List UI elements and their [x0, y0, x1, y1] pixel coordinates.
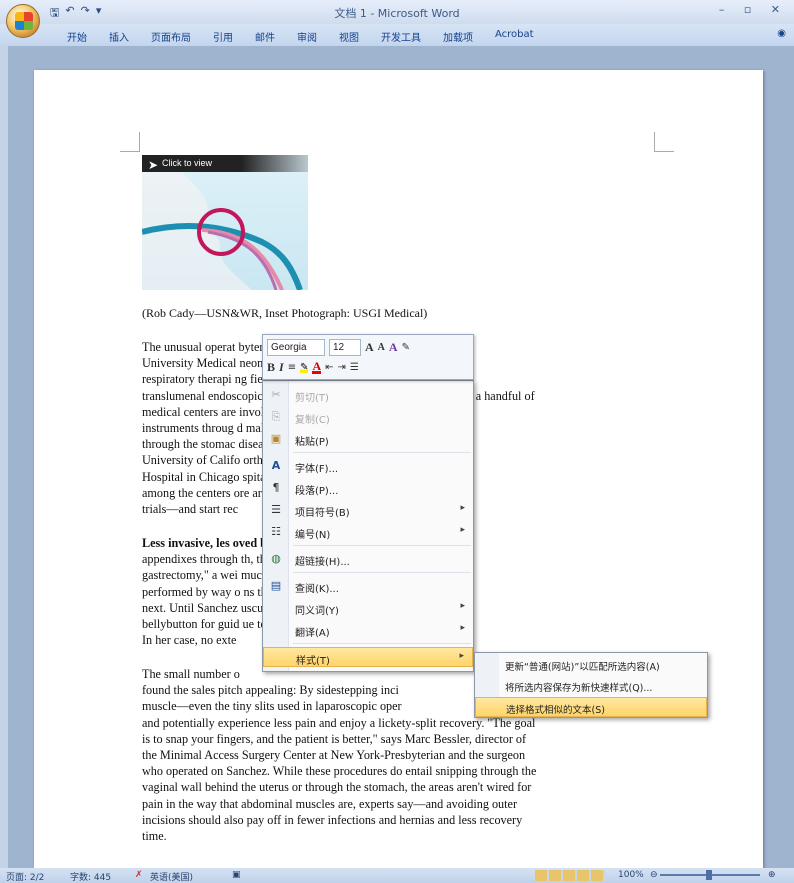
menu-item-synonyms[interactable]: 同义词(Y) ▸ — [263, 598, 473, 618]
tab-review[interactable]: 审阅 — [286, 24, 328, 46]
menu-item-cut[interactable]: ✂ 剪切(T) — [263, 385, 473, 405]
submenu-arrow-icon: ▸ — [460, 503, 465, 513]
window-controls[interactable]: – ▫ ✕ — [719, 3, 788, 16]
vertical-ruler — [0, 46, 8, 868]
inline-image[interactable]: Click to view ➤ — [142, 155, 308, 290]
text-line: pain in the way that abdominal muscles a… — [142, 796, 517, 811]
text-line: incisions should also pay off in fewer i… — [142, 812, 523, 827]
menu-item-font[interactable]: A 字体(F)... — [263, 456, 473, 476]
submenu-arrow-icon: ▸ — [460, 525, 465, 535]
submenu-item-save-quick-style[interactable]: 将所选内容保存为新快速样式(Q)... — [475, 676, 707, 696]
macro-record-icon[interactable]: ▣ — [232, 870, 241, 880]
office-button[interactable] — [6, 4, 40, 38]
submenu-item-select-similar[interactable]: 选择格式相似的文本(S) — [475, 697, 707, 717]
zoom-level[interactable]: 100% — [618, 870, 644, 880]
tab-developer[interactable]: 开发工具 — [370, 24, 432, 46]
page-indicator[interactable]: 页面: 2/2 — [6, 870, 44, 883]
margin-corner-mark — [654, 132, 674, 152]
numbering-icon: ☷ — [271, 525, 281, 538]
word-count[interactable]: 字数: 445 — [70, 870, 111, 883]
format-painter-icon[interactable]: ✎ — [402, 342, 410, 353]
tab-page-layout[interactable]: 页面布局 — [140, 24, 202, 46]
hyperlink-icon: ◍ — [271, 552, 281, 565]
tab-references[interactable]: 引用 — [202, 24, 244, 46]
menu-item-hyperlink[interactable]: ◍ 超链接(H)... — [263, 549, 473, 569]
increase-indent-icon[interactable]: ⇥ — [338, 362, 346, 373]
mouse-cursor-icon: ➤ — [148, 158, 159, 172]
submenu-arrow-icon: ▸ — [459, 651, 464, 661]
bullets-icon[interactable]: ☰ — [350, 362, 359, 373]
tab-view[interactable]: 视图 — [328, 24, 370, 46]
lookup-icon: ▤ — [270, 579, 282, 592]
menu-separator — [293, 545, 471, 546]
window-title: 文档 1 - Microsoft Word — [334, 7, 460, 20]
font-size-dropdown[interactable]: 12 — [329, 339, 361, 356]
grow-font-button[interactable]: A — [365, 340, 374, 355]
tab-insert[interactable]: 插入 — [98, 24, 140, 46]
image-caption: (Rob Cady—USN&WR, Inset Photograph: USGI… — [142, 306, 428, 320]
menu-item-paste[interactable]: ▣ 粘贴(P) — [263, 429, 473, 449]
menu-separator — [293, 572, 471, 573]
ribbon-tabs: 开始 插入 页面布局 引用 邮件 审阅 视图 开发工具 加载项 Acrobat … — [0, 24, 794, 46]
zoom-in-icon[interactable]: ⊕ — [768, 870, 776, 880]
help-icon[interactable]: ◉ — [777, 28, 786, 39]
highlight-icon[interactable]: ✎ — [300, 362, 309, 373]
menu-item-styles[interactable]: 样式(T) ▸ — [263, 647, 473, 667]
endoscopy-illustration — [142, 172, 303, 290]
text-line: who operated on Sanchez. While these pro… — [142, 764, 537, 779]
image-overlay-label[interactable]: Click to view — [142, 155, 308, 172]
submenu-item-update-style[interactable]: 更新“普通(网站)”以匹配所选内容(A) — [475, 655, 707, 675]
submenu-arrow-icon: ▸ — [460, 601, 465, 611]
context-menu: ✂ 剪切(T) ⎘ 复制(C) ▣ 粘贴(P) A 字体(F)... ¶ 段落(P)...… — [262, 380, 474, 672]
tab-mailings[interactable]: 邮件 — [244, 24, 286, 46]
bullets-icon: ☰ — [271, 503, 281, 516]
menu-item-paragraph[interactable]: ¶ 段落(P)... — [263, 478, 473, 498]
shrink-font-button[interactable]: A — [378, 342, 385, 353]
office-logo-icon — [15, 12, 33, 30]
decrease-indent-icon[interactable]: ⇤ — [325, 362, 333, 373]
center-align-icon[interactable]: ≡ — [288, 362, 296, 373]
mini-toolbar: Georgia 12 A A A ✎ B I ≡ ✎ A ⇤ ⇥ ☰ — [262, 334, 474, 380]
menu-separator — [293, 452, 471, 453]
menu-item-numbering[interactable]: ☷ 编号(N) ▸ — [263, 522, 473, 542]
paragraph-icon: ¶ — [272, 481, 280, 494]
menu-item-copy[interactable]: ⎘ 复制(C) — [263, 407, 473, 427]
submenu-arrow-icon: ▸ — [460, 623, 465, 633]
tab-home[interactable]: 开始 — [56, 24, 98, 46]
language-indicator[interactable]: 英语(美国) — [150, 870, 193, 883]
title-bar: 🖫 ↶ ↷ ▾ 文档 1 - Microsoft Word – ▫ ✕ — [0, 0, 794, 24]
view-buttons[interactable] — [535, 870, 605, 881]
font-color-icon[interactable]: A — [312, 360, 322, 374]
status-bar: 页面: 2/2 字数: 445 ✗ 英语(美国) ▣ 100% ⊖ ⊕ — [0, 868, 794, 883]
styles-submenu: 更新“普通(网站)”以匹配所选内容(A) 将所选内容保存为新快速样式(Q)...… — [474, 652, 708, 718]
text-line: time. — [142, 828, 167, 843]
bold-button[interactable]: B — [267, 360, 275, 375]
tab-add-ins[interactable]: 加载项 — [432, 24, 484, 46]
text-line: vaginal wall behind the uterus or throug… — [142, 780, 532, 795]
tab-acrobat[interactable]: Acrobat — [484, 24, 545, 46]
font-icon: A — [271, 459, 281, 472]
text-line: is to snap your fingers, and the patient… — [142, 731, 527, 746]
copy-icon: ⎘ — [271, 410, 281, 423]
menu-item-translate[interactable]: 翻译(A) ▸ — [263, 620, 473, 640]
zoom-out-icon[interactable]: ⊖ — [650, 870, 658, 880]
menu-item-bullets[interactable]: ☰ 项目符号(B) ▸ — [263, 500, 473, 520]
font-name-dropdown[interactable]: Georgia — [267, 339, 325, 356]
margin-corner-mark — [120, 132, 140, 152]
zoom-slider-thumb[interactable] — [706, 870, 712, 880]
menu-item-lookup[interactable]: ▤ 查阅(K)... — [263, 576, 473, 596]
text-line: the Minimal Access Surgery Center at New… — [142, 747, 526, 762]
menu-separator — [293, 643, 471, 644]
italic-button[interactable]: I — [279, 360, 284, 375]
cut-icon: ✂ — [271, 388, 281, 401]
styles-icon[interactable]: A — [389, 340, 398, 355]
paste-icon: ▣ — [270, 432, 282, 445]
proofing-icon[interactable]: ✗ — [135, 870, 143, 880]
